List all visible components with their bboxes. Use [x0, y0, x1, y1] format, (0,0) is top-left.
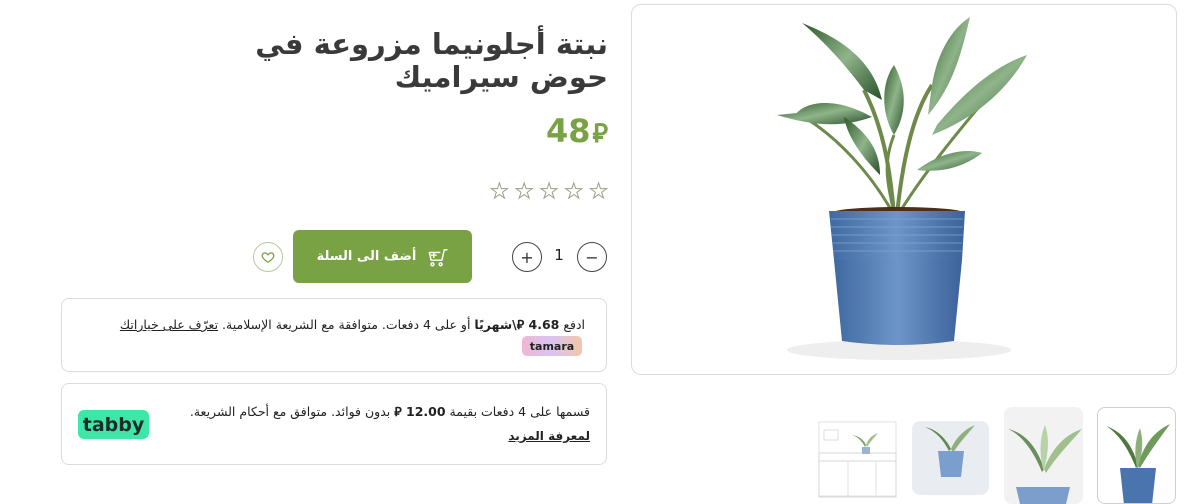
star-icon[interactable]: ★	[539, 179, 559, 204]
tamara-installments-card: ادفع 4.68 ⃁\شهريًا أو على 4 دفعات. متواف…	[61, 298, 607, 372]
currency-icon: ⃁	[516, 317, 525, 332]
thumbnail-1[interactable]	[1097, 407, 1176, 504]
tamara-learn-more-link[interactable]: تعرّف على خياراتك	[120, 317, 218, 332]
quantity-value[interactable]: 1	[549, 246, 569, 264]
add-to-cart-label: أضف الى السلة	[316, 249, 417, 264]
tamara-pay-prefix: ادفع	[563, 317, 585, 332]
tabby-learn-more-link[interactable]: لمعرفة المزيد	[508, 429, 590, 443]
quantity-increase-button[interactable]: +	[512, 242, 542, 272]
star-icon[interactable]: ★	[589, 179, 609, 204]
tabby-suffix: بدون فوائد. متوافق مع أحكام الشريعة.	[189, 404, 391, 419]
thumbnail-image	[912, 421, 989, 495]
price-value: 48	[546, 112, 591, 150]
main-product-image[interactable]	[631, 4, 1177, 375]
tabby-logo: tabby	[78, 410, 149, 439]
wishlist-button[interactable]	[253, 242, 283, 272]
tabby-amount: 12.00 ⃁	[394, 404, 445, 419]
plus-icon: +	[520, 247, 534, 267]
currency-icon: ⃁	[592, 119, 608, 149]
rating-stars: ★ ★ ★ ★ ★	[490, 179, 609, 204]
thumbnail-image	[818, 421, 897, 498]
currency-icon: ⃁	[394, 404, 402, 419]
star-icon[interactable]: ★	[514, 179, 534, 204]
tamara-amount: 4.68 ⃁\شهريًا	[474, 317, 559, 332]
tabby-amount-value: 12.00	[406, 404, 446, 419]
tabby-installments-card: قسمها على 4 دفعات بقيمة 12.00 ⃁ بدون فوا…	[61, 383, 607, 465]
tabby-text: قسمها على 4 دفعات بقيمة 12.00 ⃁ بدون فوا…	[190, 404, 590, 420]
tamara-logo: tamara	[522, 336, 582, 356]
thumbnail-4[interactable]	[818, 407, 897, 504]
thumbnail-image	[1106, 424, 1170, 503]
tamara-description: أو على 4 دفعات. متوافقة مع الشريعة الإسل…	[222, 317, 471, 332]
tamara-amount-value: 4.68	[528, 317, 560, 332]
thumbnail-3[interactable]	[911, 407, 990, 504]
tamara-text: ادفع 4.68 ⃁\شهريًا أو على 4 دفعات. متواف…	[120, 317, 585, 333]
cart-plus-icon	[426, 247, 449, 267]
add-to-cart-button[interactable]: أضف الى السلة	[293, 230, 472, 283]
minus-icon: −	[585, 247, 599, 267]
thumbnail-2[interactable]	[1004, 407, 1083, 504]
quantity-decrease-button[interactable]: −	[577, 242, 607, 272]
tabby-prefix: قسمها على 4 دفعات بقيمة	[449, 404, 590, 419]
thumbnail-image	[1004, 407, 1083, 504]
plant-image	[777, 17, 1027, 360]
heart-outline-icon	[261, 252, 275, 264]
star-icon[interactable]: ★	[490, 179, 510, 204]
tamara-per-month: \شهريًا	[474, 317, 517, 332]
star-icon[interactable]: ★	[564, 179, 584, 204]
product-price: 48⃁	[520, 112, 608, 150]
product-title: نبتة أجلونيما مزروعة في حوض سيراميك	[255, 27, 608, 94]
